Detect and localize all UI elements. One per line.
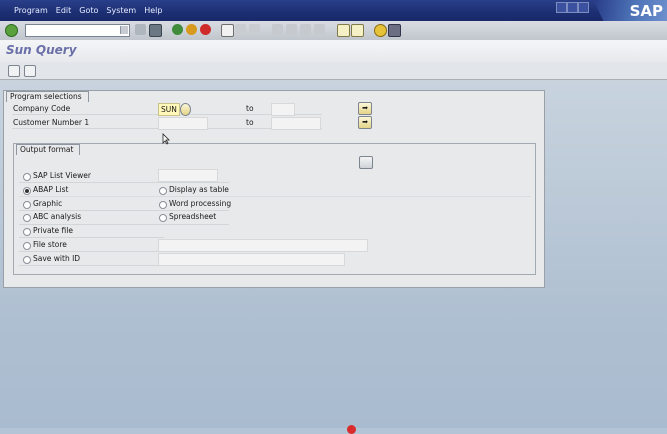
row-divider [19, 224, 229, 225]
selection-screen: Program selections Company Code SUN to ➡… [3, 90, 545, 288]
program-selections-tab: Program selections [6, 91, 89, 102]
radio-graphic[interactable] [23, 201, 31, 209]
previous-page-icon[interactable] [286, 24, 297, 35]
output-format-group: Output format SAP List Viewer ABAP List … [13, 143, 536, 275]
radio-abc-analysis[interactable] [23, 214, 31, 222]
sap-logo: SAP [629, 2, 663, 20]
row-divider [19, 237, 164, 238]
layout-field[interactable] [158, 169, 218, 182]
execute-icon[interactable] [8, 65, 20, 77]
new-session-icon[interactable] [337, 24, 350, 37]
menu-goto[interactable]: Goto [79, 6, 98, 15]
command-field[interactable] [25, 24, 130, 37]
radio-save-with-id[interactable] [23, 256, 31, 264]
option-label: SAP List Viewer [33, 171, 91, 180]
customer-number-label: Customer Number 1 [13, 118, 90, 127]
maximize-icon[interactable] [567, 2, 578, 13]
row-divider [19, 210, 229, 211]
check-icon[interactable] [5, 24, 18, 37]
variant-icon[interactable] [24, 65, 36, 77]
company-code-label: Company Code [13, 104, 71, 113]
save-with-id-field[interactable] [158, 253, 345, 266]
workspace: Program selections Company Code SUN to ➡… [0, 80, 667, 428]
help-icon[interactable] [374, 24, 387, 37]
application-toolbar [0, 62, 667, 80]
menu-help[interactable]: Help [144, 6, 162, 15]
output-format-tab: Output format [16, 144, 81, 155]
option-label: ABC analysis [33, 212, 82, 221]
radio-sap-list-viewer[interactable] [23, 173, 31, 181]
last-page-icon[interactable] [314, 24, 325, 35]
menu-system[interactable]: System [106, 6, 136, 15]
radio-word-processing[interactable] [159, 201, 167, 209]
company-code-to-field[interactable] [271, 103, 295, 116]
f4-help-icon[interactable] [180, 103, 191, 116]
shortcut-icon[interactable] [351, 24, 364, 37]
save-icon[interactable] [149, 24, 162, 37]
first-page-icon[interactable] [272, 24, 283, 35]
row-divider [19, 182, 229, 183]
close-icon[interactable] [578, 2, 589, 13]
to-label: to [246, 118, 254, 127]
cancel-icon[interactable] [200, 24, 211, 35]
printer-icon[interactable] [221, 24, 234, 37]
find-next-icon[interactable] [249, 24, 260, 35]
chevron-down-icon[interactable] [120, 26, 128, 34]
to-label: to [246, 104, 254, 113]
radio-spreadsheet[interactable] [159, 214, 167, 222]
radio-file-store[interactable] [23, 242, 31, 250]
arrow-right-icon[interactable]: ➡ [358, 116, 372, 129]
option-label: Word processing [169, 199, 232, 208]
option-label: Save with ID [33, 254, 81, 263]
radio-abap-list[interactable] [23, 187, 31, 195]
find-icon[interactable] [235, 24, 246, 35]
option-label: Private file [33, 226, 73, 235]
customer-number-field[interactable] [158, 117, 208, 130]
indicator-dot [347, 425, 356, 434]
option-label: Spreadsheet [169, 212, 217, 221]
mouse-pointer-icon [162, 133, 170, 145]
separator-icon [135, 24, 146, 35]
option-label: Graphic [33, 199, 63, 208]
row-divider [19, 265, 164, 266]
standard-toolbar [0, 21, 667, 41]
back-icon[interactable] [172, 24, 183, 35]
option-label: Display as table [169, 185, 229, 194]
row-divider [19, 251, 164, 252]
row-divider [19, 196, 531, 197]
customer-number-to-field[interactable] [271, 117, 321, 130]
menu: Program Edit Goto System Help [0, 0, 162, 21]
option-label: ABAP List [33, 185, 69, 194]
radio-display-as-table[interactable] [159, 187, 167, 195]
layout-menu-icon[interactable] [388, 24, 401, 37]
option-label: File store [33, 240, 67, 249]
arrow-right-icon[interactable]: ➡ [358, 102, 372, 115]
radio-private-file[interactable] [23, 228, 31, 236]
title-bar: Sun Query [0, 40, 667, 62]
minimize-icon[interactable] [556, 2, 567, 13]
display-settings-icon[interactable] [359, 156, 373, 169]
exit-icon[interactable] [186, 24, 197, 35]
page-title: Sun Query [6, 43, 77, 57]
menu-bar: Program Edit Goto System Help SAP [0, 0, 667, 40]
menu-program[interactable]: Program [14, 6, 48, 15]
company-code-value: SUN [161, 105, 177, 114]
company-code-field[interactable]: SUN [158, 103, 180, 116]
menu-edit[interactable]: Edit [56, 6, 72, 15]
next-page-icon[interactable] [300, 24, 311, 35]
file-store-field[interactable] [158, 239, 368, 252]
